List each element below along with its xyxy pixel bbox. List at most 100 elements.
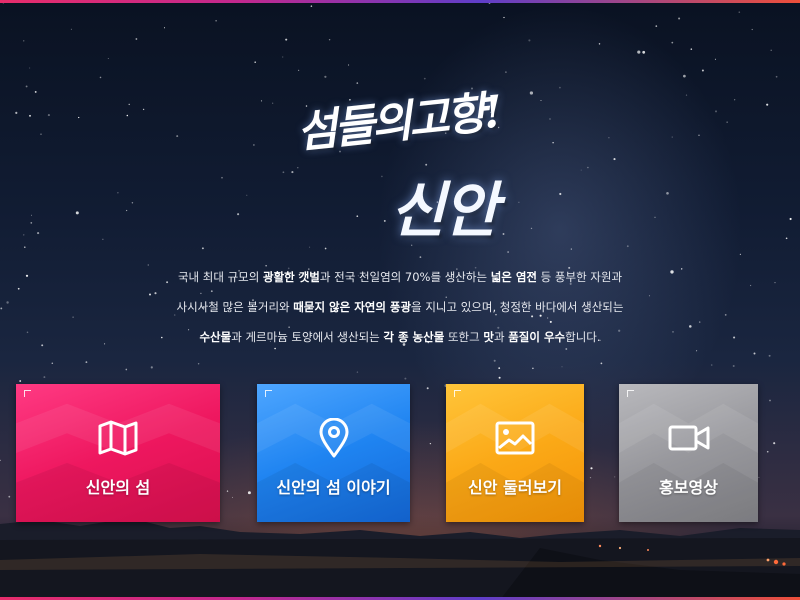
star [254, 61, 256, 63]
star [117, 192, 119, 194]
star [552, 142, 554, 144]
star [507, 251, 509, 253]
tile-label: 홍보영상 [659, 478, 718, 497]
star [25, 274, 29, 277]
star [150, 366, 153, 369]
star [540, 99, 542, 102]
corner-mark [627, 390, 634, 397]
star [678, 17, 681, 20]
star [642, 50, 646, 54]
star [135, 38, 138, 40]
star [739, 253, 742, 256]
star [724, 314, 727, 316]
star [698, 134, 700, 137]
star [714, 58, 716, 60]
star [247, 491, 251, 495]
star [328, 38, 331, 41]
star [774, 281, 776, 284]
top-accent-bar [0, 0, 800, 3]
star [701, 69, 704, 72]
star [29, 67, 31, 69]
star [51, 362, 54, 365]
star [40, 133, 42, 136]
star [626, 245, 629, 248]
tile-island-stories[interactable]: 신안의 섬 이야기 [257, 384, 410, 522]
star [176, 135, 179, 138]
star [324, 247, 327, 250]
star [226, 490, 229, 492]
tile-label: 신안 둘러보기 [468, 478, 562, 497]
location-pin-icon [319, 418, 348, 458]
star [47, 114, 50, 117]
star [426, 387, 429, 390]
star [498, 376, 501, 379]
star [23, 40, 25, 42]
star [37, 232, 40, 235]
star [529, 91, 534, 95]
star [131, 202, 134, 204]
star [15, 111, 18, 114]
star [749, 284, 752, 287]
logo-title: 신안 [390, 176, 498, 246]
star [25, 85, 28, 88]
star [201, 247, 204, 250]
star [107, 57, 109, 60]
star [70, 28, 72, 30]
star [666, 191, 669, 195]
star [324, 75, 327, 78]
map-icon [98, 420, 138, 456]
star [24, 246, 26, 248]
star [671, 136, 673, 138]
star [734, 99, 736, 101]
star [613, 158, 616, 161]
star [126, 114, 129, 117]
star [732, 365, 735, 367]
star [775, 75, 778, 78]
hero-background: 섬들의고향! 신안 국내 최대 규모의 광활한 갯벌과 전국 천일염의 70%를… [0, 0, 800, 600]
star [561, 366, 563, 368]
tile-shinan-islands[interactable]: 신안의 섬 [16, 384, 220, 522]
star [751, 28, 753, 31]
star [637, 50, 641, 54]
star [125, 209, 128, 212]
star [587, 166, 589, 169]
star [429, 442, 432, 445]
star [30, 222, 33, 224]
star [26, 331, 29, 334]
star [503, 16, 505, 19]
star [498, 367, 501, 369]
star [19, 380, 22, 382]
star [559, 86, 561, 89]
star [766, 103, 769, 106]
star [726, 121, 728, 123]
tile-tour-shinan[interactable]: 신안 둘러보기 [446, 384, 584, 522]
tile-label: 신안의 섬 이야기 [276, 478, 391, 497]
star [0, 307, 3, 310]
star [773, 442, 776, 445]
star [197, 363, 200, 365]
star [766, 450, 769, 453]
star [356, 371, 359, 373]
star [530, 227, 533, 230]
star [282, 56, 284, 58]
star [768, 354, 771, 357]
star [246, 194, 248, 196]
star [310, 5, 313, 7]
star [297, 69, 300, 72]
star [75, 211, 79, 215]
tile-label: 신안의 섬 [85, 478, 151, 497]
star [549, 118, 551, 120]
star [753, 352, 756, 355]
tile-promo-video[interactable]: 홍보영상 [619, 384, 758, 522]
logo-slogan: 섬들의고향! [294, 86, 503, 159]
star [532, 367, 534, 370]
star [733, 336, 736, 339]
star [789, 217, 792, 221]
star [72, 316, 74, 318]
star [614, 476, 616, 478]
star [528, 39, 531, 42]
intro-line-1: 국내 최대 규모의 광활한 갯벌과 전국 천일염의 70%를 생산하는 넓은 염… [177, 270, 623, 284]
star [17, 287, 20, 290]
star [419, 256, 422, 258]
intro-line-3: 수산물과 게르마늄 토양에서 생산되는 각 종 농산물 또한그 맛과 품질이 우… [199, 330, 601, 344]
